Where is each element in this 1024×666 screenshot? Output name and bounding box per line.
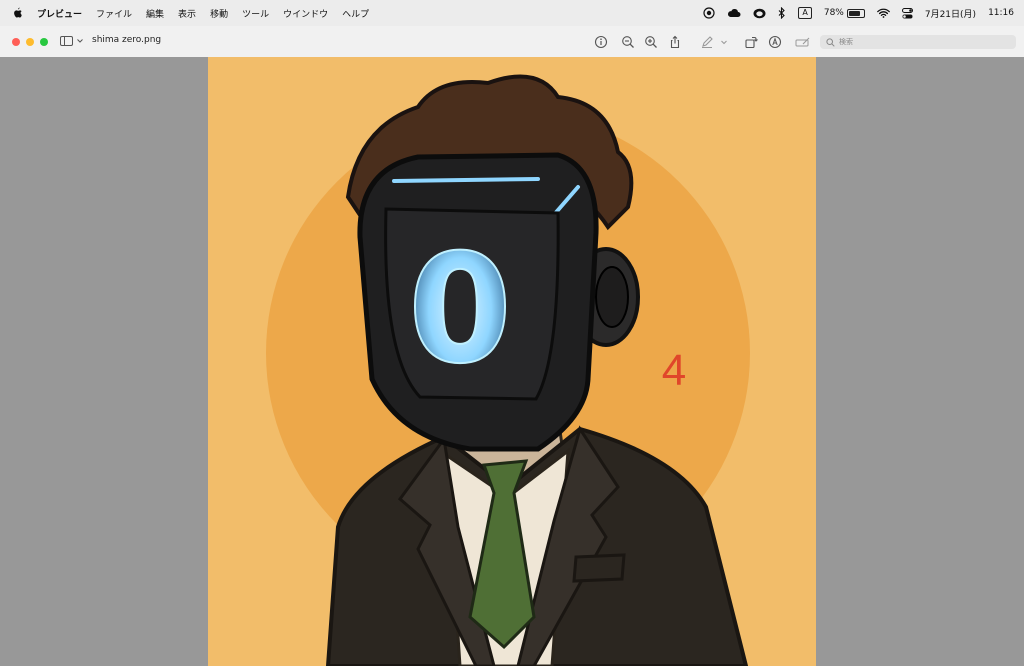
icloud-icon[interactable] [727, 8, 741, 18]
visor-number: 0 [408, 223, 512, 397]
menu-file[interactable]: ファイル [96, 7, 132, 20]
info-icon[interactable] [594, 35, 608, 49]
sidebar-icon [60, 36, 73, 46]
menu-go[interactable]: 移動 [210, 7, 228, 20]
zoom-in-icon[interactable] [644, 35, 658, 49]
markup-pen-icon[interactable] [700, 35, 714, 49]
window-toolbar: shima zero.png 検索 [0, 26, 1024, 58]
character-illustration: 0 4 [266, 74, 750, 666]
side-number: 4 [662, 346, 686, 395]
menubar-date[interactable]: 7月21日(月) [925, 7, 976, 20]
image-viewer[interactable]: 0 4 [0, 57, 1024, 666]
input-source-indicator[interactable]: A [798, 7, 812, 19]
zoom-window-button[interactable] [40, 38, 48, 46]
form-fill-icon[interactable] [795, 35, 811, 49]
zoom-out-icon[interactable] [621, 35, 635, 49]
window-controls [12, 38, 48, 46]
chevron-down-icon[interactable] [720, 35, 728, 49]
menu-view[interactable]: 表示 [178, 7, 196, 20]
bluetooth-icon[interactable] [778, 7, 786, 19]
close-window-button[interactable] [12, 38, 20, 46]
menu-edit[interactable]: 編集 [146, 7, 164, 20]
sidebar-toggle-button[interactable] [60, 36, 83, 46]
search-icon [826, 37, 835, 47]
control-center-icon[interactable] [901, 7, 913, 19]
menu-app-name[interactable]: プレビュー [37, 7, 82, 20]
screen-record-icon[interactable] [703, 7, 715, 19]
minimize-window-button[interactable] [26, 38, 34, 46]
menu-help[interactable]: ヘルプ [342, 7, 369, 20]
battery-percent: 78% [823, 8, 844, 18]
document-title: shima zero.png [92, 35, 162, 45]
menu-window[interactable]: ウインドウ [283, 7, 328, 20]
share-icon[interactable] [668, 35, 682, 49]
rotate-icon[interactable] [744, 35, 758, 49]
creative-cloud-icon[interactable] [753, 8, 766, 19]
chevron-down-icon [77, 39, 83, 43]
battery-icon [846, 8, 865, 18]
document-image[interactable]: 0 4 [208, 57, 816, 666]
battery-indicator[interactable]: 78% [824, 8, 865, 18]
menu-bar: プレビュー ファイル 編集 表示 移動 ツール ウインドウ ヘルプ A 78% [0, 0, 1024, 26]
menubar-time[interactable]: 11:16 [988, 8, 1014, 18]
wifi-icon[interactable] [877, 8, 890, 18]
search-placeholder: 検索 [839, 38, 853, 46]
menu-tools[interactable]: ツール [242, 7, 269, 20]
annotate-icon[interactable] [768, 35, 782, 49]
apple-menu-icon[interactable] [12, 7, 23, 19]
search-field[interactable]: 検索 [820, 35, 1016, 49]
